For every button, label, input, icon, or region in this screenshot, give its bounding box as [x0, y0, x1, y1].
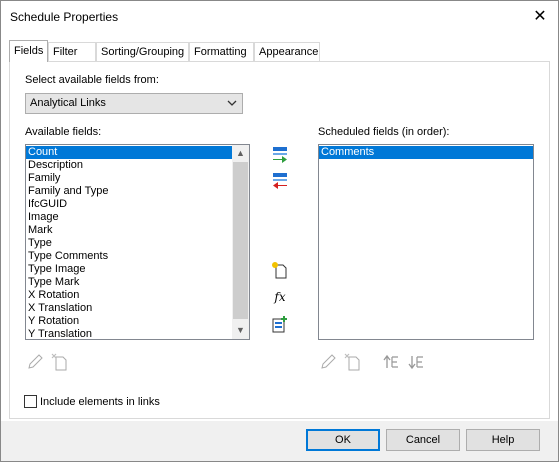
scroll-up-icon[interactable]: ▲ — [232, 145, 249, 162]
list-item[interactable]: Type Mark — [26, 276, 249, 289]
tab-formatting[interactable]: Formatting — [189, 42, 254, 61]
tab-filter[interactable]: Filter — [48, 42, 96, 61]
select-from-dropdown[interactable]: Analytical Links — [25, 93, 243, 114]
list-item[interactable]: Mark — [26, 224, 249, 237]
list-item[interactable]: Type — [26, 237, 249, 250]
list-item[interactable]: Family and Type — [26, 185, 249, 198]
available-fields-items: Count Description Family Family and Type… — [26, 146, 249, 339]
list-item[interactable]: Type Image — [26, 263, 249, 276]
scheduled-fields-list[interactable]: Comments — [318, 144, 534, 340]
close-button[interactable]: ✕ — [530, 8, 550, 26]
list-item[interactable]: Count — [26, 146, 249, 159]
combine-parameters-icon — [272, 316, 287, 333]
delete-scheduled-parameter-button[interactable] — [343, 352, 363, 372]
list-item[interactable]: X Rotation — [26, 289, 249, 302]
fields-panel: Select available fields from: Analytical… — [9, 61, 550, 419]
scheduled-fields-label: Scheduled fields (in order): — [318, 126, 450, 138]
list-item[interactable]: Family — [26, 172, 249, 185]
select-from-label: Select available fields from: — [25, 74, 159, 86]
select-from-value: Analytical Links — [30, 97, 106, 109]
edit-pencil-icon — [28, 354, 43, 369]
edit-scheduled-parameter-button[interactable] — [318, 352, 338, 372]
list-item[interactable]: Type Comments — [26, 250, 249, 263]
ok-button[interactable]: OK — [306, 429, 380, 451]
delete-parameter-icon — [51, 353, 67, 371]
scroll-thumb[interactable] — [233, 162, 248, 319]
available-fields-list[interactable]: Count Description Family Family and Type… — [25, 144, 250, 340]
list-item[interactable]: X Translation — [26, 302, 249, 315]
available-fields-scrollbar[interactable]: ▲ ▼ — [232, 145, 249, 339]
add-field-arrow-icon — [273, 147, 287, 163]
edit-parameter-button[interactable] — [25, 352, 45, 372]
help-button[interactable]: Help — [466, 429, 540, 451]
move-up-button[interactable] — [382, 352, 402, 372]
window-title: Schedule Properties — [10, 10, 119, 24]
scroll-down-icon[interactable]: ▼ — [232, 322, 249, 339]
move-up-icon — [383, 354, 398, 368]
available-fields-label: Available fields: — [25, 126, 102, 138]
move-down-icon — [408, 356, 423, 370]
tab-fields[interactable]: Fields — [9, 40, 48, 62]
combine-parameters-button[interactable] — [270, 314, 290, 334]
tab-appearance[interactable]: Appearance — [254, 42, 320, 61]
list-item[interactable]: Y Translation — [26, 328, 249, 339]
calculated-value-button[interactable]: fx — [270, 287, 290, 307]
delete-parameter-button[interactable] — [50, 352, 70, 372]
title-bar: Schedule Properties ✕ — [1, 1, 558, 33]
tab-sorting-grouping[interactable]: Sorting/Grouping — [96, 42, 189, 61]
list-item[interactable]: IfcGUID — [26, 198, 249, 211]
edit-pencil-icon — [321, 354, 336, 369]
include-links-label: Include elements in links — [40, 396, 160, 408]
list-item[interactable]: Image — [26, 211, 249, 224]
schedule-properties-dialog: Schedule Properties ✕ Fields Filter Sort… — [0, 0, 559, 462]
list-item[interactable]: Y Rotation — [26, 315, 249, 328]
add-field-button[interactable] — [270, 144, 290, 164]
move-down-button[interactable] — [407, 352, 427, 372]
include-links-checkbox[interactable] — [24, 395, 37, 408]
calculated-value-fx-icon: fx — [274, 290, 286, 304]
chevron-down-icon — [227, 96, 237, 113]
remove-field-arrow-icon — [273, 173, 287, 189]
new-parameter-button[interactable] — [270, 260, 290, 280]
cancel-button[interactable]: Cancel — [386, 429, 460, 451]
list-item[interactable]: Description — [26, 159, 249, 172]
list-item[interactable]: Comments — [319, 146, 533, 159]
scheduled-fields-items: Comments — [319, 146, 533, 159]
delete-parameter-icon — [344, 353, 360, 371]
remove-field-button[interactable] — [270, 170, 290, 190]
new-parameter-icon — [272, 262, 287, 279]
